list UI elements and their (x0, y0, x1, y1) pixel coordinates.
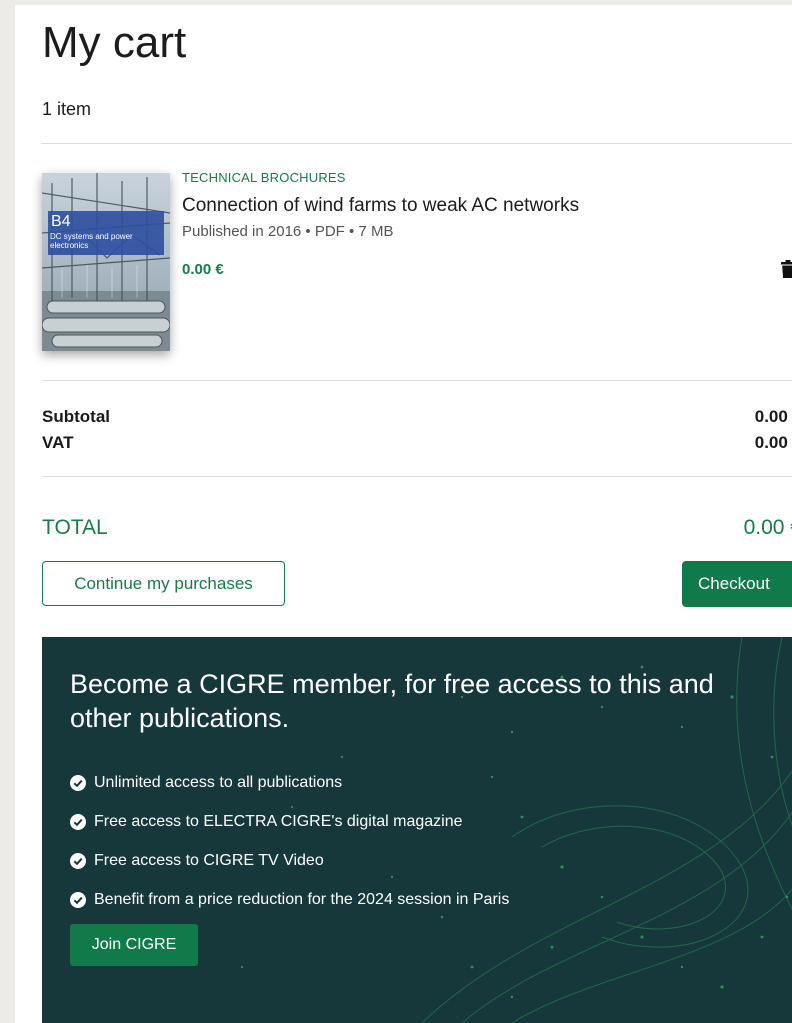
product-category: TECHNICAL BROCHURES (182, 170, 346, 185)
benefit-item: Free access to ELECTRA CIGRE's digital m… (70, 813, 463, 831)
total-label: TOTAL (42, 516, 108, 539)
promo-headline: Become a CIGRE member, for free access t… (70, 669, 714, 733)
cover-subtitle: DC systems and power (50, 232, 133, 241)
check-circle-icon (70, 814, 86, 830)
subtotal-label: Subtotal (42, 407, 110, 426)
check-circle-icon (70, 853, 86, 869)
cover-code: B4 (51, 213, 71, 230)
benefit-text: Free access to ELECTRA CIGRE's digital m… (94, 813, 463, 830)
subtotal-value: 0.00 € (754, 407, 792, 426)
benefit-item: Benefit from a price reduction for the 2… (70, 891, 509, 909)
benefit-text: Unlimited access to all publications (94, 774, 343, 791)
cover-subtitle: electronics (50, 241, 88, 250)
trash-icon[interactable] (781, 260, 792, 278)
join-cigre-button[interactable]: Join CIGRE (70, 924, 198, 966)
vat-value: 0.00 € (754, 433, 792, 452)
check-circle-icon (70, 775, 86, 791)
continue-shopping-button[interactable]: Continue my purchases (42, 561, 285, 606)
membership-promo-banner: Become a CIGRE member, for free access t… (42, 637, 792, 1023)
check-circle-icon (70, 892, 86, 908)
total-value: 0.00 € (743, 516, 792, 539)
divider (42, 143, 792, 144)
product-meta: Published in 2016 • PDF • 7 MB (182, 223, 394, 240)
benefit-text: Benefit from a price reduction for the 2… (94, 891, 510, 908)
benefit-text: Free access to CIGRE TV Video (94, 852, 324, 869)
item-count: 1 item (42, 99, 92, 119)
product-cover-image[interactable]: B4 DC systems and power electronics (42, 173, 170, 351)
cart-panel: My cart 1 item B4 DC systems and power e… (15, 5, 792, 1023)
benefit-item: Free access to CIGRE TV Video (70, 852, 324, 870)
product-price: 0.00 € (182, 261, 224, 278)
checkout-button[interactable]: Checkout (682, 561, 792, 607)
product-title[interactable]: Connection of wind farms to weak AC netw… (182, 195, 579, 217)
page-title: My cart (42, 18, 187, 67)
vat-label: VAT (42, 433, 74, 452)
divider (42, 380, 792, 381)
benefit-item: Unlimited access to all publications (70, 774, 342, 792)
divider (42, 476, 792, 477)
